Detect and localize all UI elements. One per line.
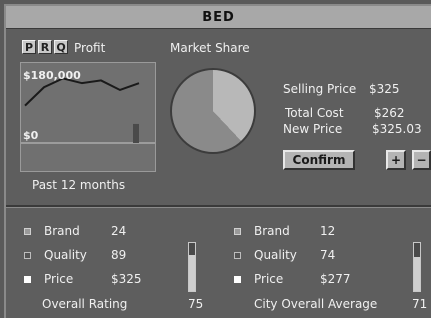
overall-rating-gauge bbox=[188, 242, 196, 292]
city-brand-label: Brand bbox=[254, 224, 290, 238]
price-increase-button[interactable]: + bbox=[386, 150, 406, 170]
overall-rating-value: 75 bbox=[188, 297, 204, 311]
selling-price-value: $325 bbox=[369, 82, 400, 96]
profit-y-max-label: $180,000 bbox=[23, 69, 81, 82]
market-share-pie bbox=[170, 68, 256, 154]
new-price-value: $325.03 bbox=[372, 122, 422, 136]
price-label: Price bbox=[44, 272, 74, 286]
total-cost-value: $262 bbox=[374, 106, 405, 120]
window-title: BED bbox=[6, 6, 431, 29]
selling-price-label: Selling Price bbox=[283, 82, 357, 96]
city-price-label: Price bbox=[254, 272, 284, 286]
city-average-gauge bbox=[413, 242, 421, 292]
city-brand-legend-icon bbox=[234, 228, 241, 235]
quality-label: Quality bbox=[44, 248, 87, 262]
city-brand-value: 12 bbox=[320, 224, 336, 238]
period-label: Past 12 months bbox=[32, 178, 126, 192]
profit-chart: $180,000 $0 bbox=[20, 62, 156, 172]
confirm-button[interactable]: Confirm bbox=[283, 150, 355, 170]
profit-line bbox=[24, 77, 140, 107]
section-divider bbox=[6, 205, 431, 208]
profit-chart-title: Profit bbox=[74, 41, 106, 55]
tab-profit[interactable]: P bbox=[22, 40, 36, 54]
brand-value: 24 bbox=[111, 224, 127, 238]
city-price-legend-icon bbox=[234, 276, 241, 283]
quality-legend-icon bbox=[24, 252, 31, 259]
city-quality-value: 74 bbox=[320, 248, 336, 262]
overall-rating-label: Overall Rating bbox=[42, 297, 128, 311]
price-value: $325 bbox=[111, 272, 142, 286]
city-average-label: City Overall Average bbox=[254, 297, 378, 311]
brand-label: Brand bbox=[44, 224, 80, 238]
city-price-value: $277 bbox=[320, 272, 351, 286]
profit-current-bar bbox=[133, 123, 139, 143]
price-legend-icon bbox=[24, 276, 31, 283]
city-quality-legend-icon bbox=[234, 252, 241, 259]
total-cost-label: Total Cost bbox=[285, 106, 344, 120]
city-quality-label: Quality bbox=[254, 248, 297, 262]
city-average-value: 71 bbox=[412, 297, 428, 311]
market-share-title: Market Share bbox=[170, 41, 250, 55]
tab-quality[interactable]: Q bbox=[54, 40, 68, 54]
new-price-label: New Price bbox=[283, 122, 343, 136]
profit-y-min-label: $0 bbox=[23, 129, 39, 142]
tab-revenue[interactable]: R bbox=[38, 40, 52, 54]
quality-value: 89 bbox=[111, 248, 127, 262]
brand-legend-icon bbox=[24, 228, 31, 235]
price-decrease-button[interactable]: − bbox=[412, 150, 431, 170]
